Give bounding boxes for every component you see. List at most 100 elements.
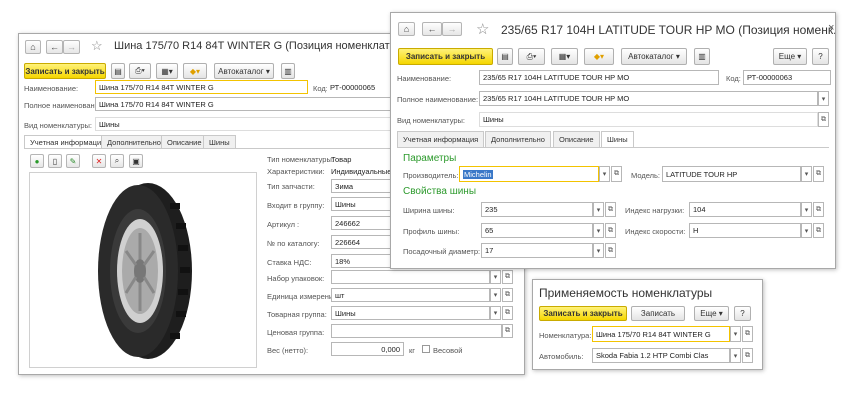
- model-open[interactable]: ⧉: [813, 166, 824, 182]
- delete-image-button[interactable]: ✕: [92, 154, 106, 168]
- kind-open[interactable]: ⧉: [818, 112, 829, 127]
- more-button[interactable]: Еще ▾: [694, 306, 729, 321]
- tab-additional[interactable]: Дополнительно: [485, 131, 551, 148]
- favorite-star-icon[interactable]: ☆: [91, 38, 103, 54]
- unit-field[interactable]: шт: [331, 288, 490, 302]
- weight-field[interactable]: 0,000: [331, 342, 404, 356]
- unit-open[interactable]: ⧉: [502, 288, 513, 302]
- kind-field[interactable]: Шины: [95, 117, 391, 131]
- tab-accounting[interactable]: Учетная информация: [24, 135, 112, 149]
- article-field[interactable]: 246662: [331, 216, 391, 230]
- save-button[interactable]: ▤: [497, 48, 513, 65]
- maker-dropdown[interactable]: ▾: [599, 166, 610, 182]
- fullname-dropdown[interactable]: ▾: [818, 91, 829, 106]
- catalog-number-field[interactable]: 226664: [331, 235, 391, 249]
- report-button[interactable]: ▦▾: [156, 63, 178, 79]
- favorite-star-icon[interactable]: ☆: [476, 20, 489, 38]
- list-button[interactable]: ▥: [281, 63, 295, 79]
- product-group-field[interactable]: Шины: [331, 306, 490, 320]
- model-field[interactable]: LATITUDE TOUR HP: [662, 166, 801, 182]
- zoom-image-button[interactable]: ⌕: [110, 154, 124, 168]
- profile-dropdown[interactable]: ▾: [593, 223, 604, 238]
- home-button[interactable]: ⌂: [398, 22, 415, 36]
- item-dropdown[interactable]: ▾: [730, 326, 741, 342]
- kind-field[interactable]: Шины: [479, 112, 818, 127]
- autocatalog-button[interactable]: Автокаталог ▾: [621, 48, 687, 65]
- width-dropdown[interactable]: ▾: [593, 202, 604, 217]
- print-button[interactable]: ⎙▾: [129, 63, 151, 79]
- packaging-dropdown[interactable]: ▾: [490, 270, 501, 284]
- back-button[interactable]: ←: [422, 22, 442, 36]
- car-open[interactable]: ⧉: [742, 348, 753, 363]
- create-based-button[interactable]: ◆▾: [584, 48, 614, 65]
- gallery-button[interactable]: ▣: [129, 154, 143, 168]
- save-and-close-button[interactable]: Записать и закрыть: [398, 48, 493, 65]
- car-dropdown[interactable]: ▾: [730, 348, 741, 363]
- speed-dropdown[interactable]: ▾: [801, 223, 812, 238]
- maker-open[interactable]: ⧉: [611, 166, 622, 182]
- width-open[interactable]: ⧉: [605, 202, 616, 217]
- tab-description[interactable]: Описание: [553, 131, 600, 148]
- fullname-field[interactable]: 235/65 R17 104H LATITUDE TOUR HP MO: [479, 91, 818, 106]
- fullname-field[interactable]: Шина 175/70 R14 84T WINTER G: [95, 97, 391, 111]
- tab-additional[interactable]: Дополнительно: [101, 135, 167, 149]
- speed-field[interactable]: H: [689, 223, 801, 238]
- forward-button[interactable]: →: [63, 40, 80, 54]
- back-button[interactable]: ←: [46, 40, 63, 54]
- help-button[interactable]: ?: [812, 48, 829, 65]
- model-label: Модель:: [631, 171, 661, 180]
- edit-image-button[interactable]: ✎: [66, 154, 80, 168]
- save-button[interactable]: Записать: [631, 306, 685, 321]
- price-group-field[interactable]: [331, 324, 502, 338]
- maker-field[interactable]: Michelin: [459, 166, 599, 182]
- save-button[interactable]: ▤: [111, 63, 125, 79]
- packaging-open[interactable]: ⧉: [502, 270, 513, 284]
- car-field[interactable]: Skoda Fabia 1.2 HTP Combi Clas: [592, 348, 730, 363]
- diameter-field[interactable]: 17: [481, 243, 593, 258]
- diameter-open[interactable]: ⧉: [605, 243, 616, 258]
- tab-tires[interactable]: Шины: [203, 135, 236, 149]
- load-open[interactable]: ⧉: [813, 202, 824, 217]
- width-field[interactable]: 235: [481, 202, 593, 217]
- save-and-close-button[interactable]: Записать и закрыть: [539, 306, 627, 321]
- help-button[interactable]: ?: [734, 306, 751, 321]
- name-field[interactable]: Шина 175/70 R14 84T WINTER G: [95, 80, 308, 94]
- tab-accounting[interactable]: Учетная информация: [397, 131, 485, 148]
- part-type-field[interactable]: Зима: [331, 179, 391, 193]
- vat-field[interactable]: 18%: [331, 254, 391, 268]
- save-and-close-button[interactable]: Записать и закрыть: [24, 63, 106, 79]
- group-field[interactable]: Шины: [331, 197, 391, 211]
- forward-button[interactable]: →: [442, 22, 462, 36]
- code-field[interactable]: РТ-00000065: [327, 80, 393, 94]
- tab-tires[interactable]: Шины: [601, 131, 634, 148]
- packaging-field[interactable]: [331, 270, 490, 284]
- add-image-button[interactable]: ●: [30, 154, 44, 168]
- diameter-dropdown[interactable]: ▾: [593, 243, 604, 258]
- profile-field[interactable]: 65: [481, 223, 593, 238]
- code-field[interactable]: РТ-00000063: [743, 70, 831, 85]
- weight-checkbox[interactable]: [422, 345, 430, 353]
- product-group-dropdown[interactable]: ▾: [490, 306, 501, 320]
- item-open[interactable]: ⧉: [742, 326, 753, 342]
- model-dropdown[interactable]: ▾: [801, 166, 812, 182]
- autocatalog-button[interactable]: Автокаталог ▾: [214, 63, 274, 79]
- load-dropdown[interactable]: ▾: [801, 202, 812, 217]
- load-field[interactable]: 104: [689, 202, 801, 217]
- list-button[interactable]: ▥: [694, 48, 710, 65]
- item-field[interactable]: Шина 175/70 R14 84T WINTER G: [592, 326, 730, 342]
- fullname-label: Полное наименование:: [397, 95, 479, 104]
- unit-dropdown[interactable]: ▾: [490, 288, 501, 302]
- product-group-open[interactable]: ⧉: [502, 306, 513, 320]
- profile-open[interactable]: ⧉: [605, 223, 616, 238]
- open-image-button[interactable]: ▯: [48, 154, 62, 168]
- create-based-button[interactable]: ◆▾: [183, 63, 207, 79]
- home-button[interactable]: ⌂: [25, 40, 41, 54]
- name-field[interactable]: 235/65 R17 104H LATITUDE TOUR HP MO: [479, 70, 719, 85]
- print-button[interactable]: ⎙▾: [518, 48, 545, 65]
- report-button[interactable]: ▦▾: [551, 48, 578, 65]
- tab-description[interactable]: Описание: [161, 135, 208, 149]
- more-button[interactable]: Еще ▾: [773, 48, 807, 65]
- close-icon[interactable]: ×: [828, 22, 834, 34]
- speed-open[interactable]: ⧉: [813, 223, 824, 238]
- price-group-open[interactable]: ⧉: [502, 324, 513, 338]
